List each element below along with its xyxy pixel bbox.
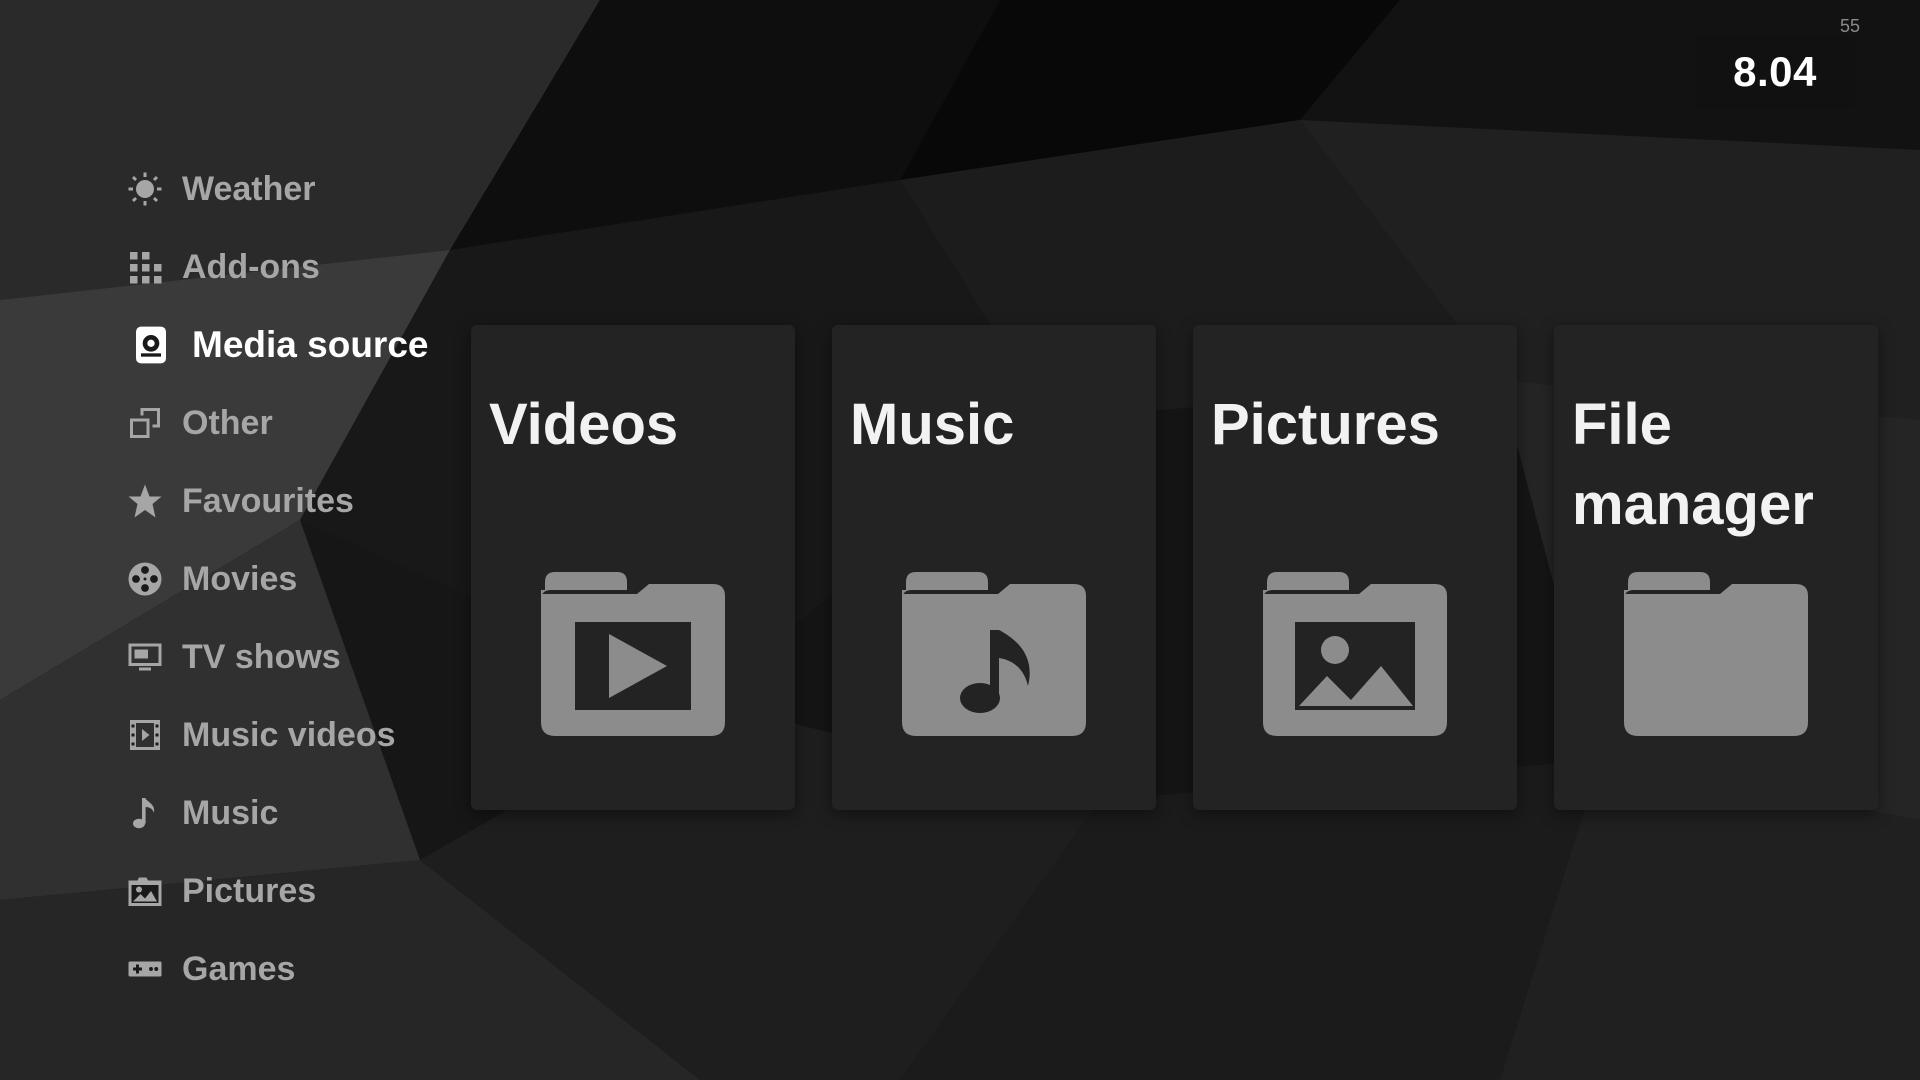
pictures-icon [124,870,166,912]
menu-item-music-videos[interactable]: Music videos [124,696,464,774]
tile-file-manager[interactable]: File manager [1554,325,1878,810]
media-source-icon [130,324,172,366]
menu-item-addons[interactable]: Add-ons [124,228,464,306]
fps-counter: 55 [1839,16,1861,36]
film-strip-icon [124,714,166,756]
menu-item-music[interactable]: Music [124,774,464,852]
clock: 8.04 [1694,36,1856,108]
tile-title: Pictures [1211,392,1440,457]
folder-video-icon [541,572,725,736]
menu-item-label: Music [182,793,279,832]
menu-item-label: Movies [182,559,298,598]
addons-grid-icon [124,246,166,288]
menu-item-label: Add-ons [182,247,320,286]
menu-item-label: Favourites [182,481,354,520]
tile-videos[interactable]: Videos [471,325,795,810]
folder-music-icon [902,572,1086,736]
tile-title: Videos [489,392,679,457]
folder-pictures-icon [1263,572,1447,736]
menu-item-favourites[interactable]: Favourites [124,462,464,540]
gamepad-icon [124,948,166,990]
film-reel-icon [124,558,166,600]
menu-item-label: TV shows [182,637,341,676]
sun-icon [124,168,166,210]
tile-music[interactable]: Music [832,325,1156,810]
menu-item-label: Other [182,403,273,442]
menu-item-other[interactable]: Other [124,384,464,462]
tile-title: Music [850,392,1015,457]
star-icon [124,480,166,522]
menu-item-label: Weather [182,169,316,208]
tile-pictures[interactable]: Pictures [1193,325,1517,810]
menu-item-games[interactable]: Games [124,930,464,1008]
menu-item-label: Media source [192,324,429,365]
music-note-icon [124,792,166,834]
menu-item-tv-shows[interactable]: TV shows [124,618,464,696]
menu-item-weather[interactable]: Weather [124,150,464,228]
windows-icon [124,402,166,444]
main-menu: Weather Add-ons Media source Other Favou… [124,150,464,1008]
tile-title: File manager [1572,392,1814,537]
menu-item-pictures[interactable]: Pictures [124,852,464,930]
menu-item-label: Music videos [182,715,396,754]
menu-item-label: Pictures [182,871,317,910]
menu-item-movies[interactable]: Movies [124,540,464,618]
menu-item-media-source[interactable]: Media source [124,306,464,384]
folder-icon [1624,572,1808,736]
tv-icon [124,636,166,678]
menu-item-label: Games [182,949,296,988]
